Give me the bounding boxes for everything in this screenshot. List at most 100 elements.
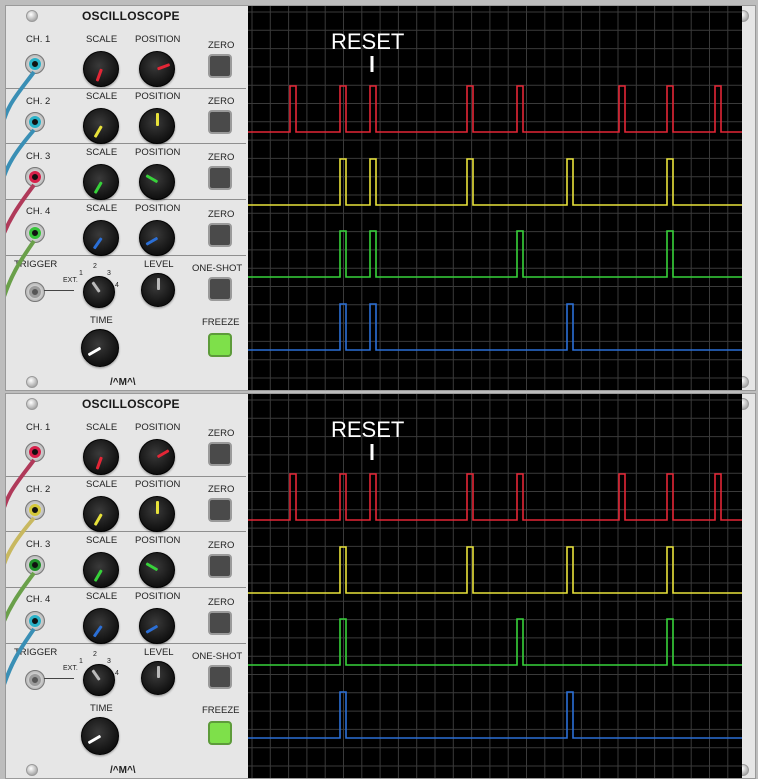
ch1-trace xyxy=(248,85,742,133)
trigger-label: TRIGGER xyxy=(14,647,58,658)
module-title: OSCILLOSCOPE xyxy=(82,9,180,23)
time-knob[interactable] xyxy=(81,717,119,755)
ch2-trace xyxy=(248,158,742,206)
ch2-zero-button[interactable] xyxy=(208,498,232,522)
module-title: OSCILLOSCOPE xyxy=(82,397,180,411)
ch2-input-jack[interactable] xyxy=(25,500,45,520)
ch2-position-label: POSITION xyxy=(135,91,181,102)
ch3-position-knob[interactable] xyxy=(139,552,175,588)
ch2-label: CH. 2 xyxy=(26,484,51,495)
ch3-scale-knob[interactable] xyxy=(83,552,119,588)
ch1-position-label: POSITION xyxy=(135,422,181,433)
ch4-position-label: POSITION xyxy=(135,591,181,602)
freeze-label: FREEZE xyxy=(202,317,240,328)
ch2-trace xyxy=(248,546,742,594)
ch4-scale-knob[interactable] xyxy=(83,608,119,644)
ch3-input-jack[interactable] xyxy=(25,167,45,187)
ch4-input-jack[interactable] xyxy=(25,611,45,631)
ch1-scale-label: SCALE xyxy=(86,34,118,45)
trigger-pos-1: 1 xyxy=(79,658,83,665)
oneshot-button[interactable] xyxy=(208,665,232,689)
level-knob[interactable] xyxy=(141,273,175,307)
ch4-label: CH. 4 xyxy=(26,594,51,605)
trigger-mode-knob[interactable] xyxy=(83,276,115,308)
ch1-position-knob[interactable] xyxy=(139,439,175,475)
ch2-scale-label: SCALE xyxy=(86,91,118,102)
time-label: TIME xyxy=(90,703,113,714)
ch1-position-knob[interactable] xyxy=(139,51,175,87)
ch1-scale-knob[interactable] xyxy=(83,51,119,87)
ch2-scale-knob[interactable] xyxy=(83,108,119,144)
ch1-input-jack[interactable] xyxy=(25,442,45,462)
divider xyxy=(6,255,246,256)
trigger-pos-1: 1 xyxy=(79,270,83,277)
freeze-button[interactable] xyxy=(208,721,232,745)
ch1-input-jack[interactable] xyxy=(25,54,45,74)
ch2-zero-label: ZERO xyxy=(208,96,235,107)
ch3-trace xyxy=(248,230,742,278)
level-knob[interactable] xyxy=(141,661,175,695)
oscilloscope-module-2: OSCILLOSCOPE CH. 1 SCALE POSITION ZERO C… xyxy=(5,393,756,779)
ch4-input-jack[interactable] xyxy=(25,223,45,243)
screw-icon xyxy=(26,764,38,776)
oscilloscope-module-1: OSCILLOSCOPE CH. 1 SCALE POSITION ZERO C… xyxy=(5,5,756,391)
ch1-scale-knob[interactable] xyxy=(83,439,119,475)
ch3-scale-label: SCALE xyxy=(86,147,118,158)
ch4-scale-label: SCALE xyxy=(86,203,118,214)
ch3-position-knob[interactable] xyxy=(139,164,175,200)
ch4-zero-button[interactable] xyxy=(208,611,232,635)
divider xyxy=(6,199,246,200)
ch4-trace xyxy=(248,303,742,351)
ch3-scale-knob[interactable] xyxy=(83,164,119,200)
ch3-position-label: POSITION xyxy=(135,147,181,158)
ch4-position-label: POSITION xyxy=(135,203,181,214)
freeze-button[interactable] xyxy=(208,333,232,357)
ch1-zero-label: ZERO xyxy=(208,40,235,51)
trigger-input-jack[interactable] xyxy=(25,282,45,302)
ch1-zero-button[interactable] xyxy=(208,54,232,78)
screw-icon xyxy=(26,376,38,388)
ch2-scale-knob[interactable] xyxy=(83,496,119,532)
ch2-input-jack[interactable] xyxy=(25,112,45,132)
ch4-position-knob[interactable] xyxy=(139,608,175,644)
ch3-zero-button[interactable] xyxy=(208,166,232,190)
ch4-trace xyxy=(248,691,742,739)
ch4-scale-knob[interactable] xyxy=(83,220,119,256)
ch3-position-label: POSITION xyxy=(135,535,181,546)
ext-label: EXT. xyxy=(63,277,78,284)
ch4-position-knob[interactable] xyxy=(139,220,175,256)
ch3-zero-label: ZERO xyxy=(208,540,235,551)
scope-display: RESET xyxy=(248,6,742,390)
ch2-zero-button[interactable] xyxy=(208,110,232,134)
divider xyxy=(6,143,246,144)
oneshot-button[interactable] xyxy=(208,277,232,301)
ch2-position-label: POSITION xyxy=(135,479,181,490)
divider xyxy=(6,531,246,532)
brand-logo: /^M^\ xyxy=(110,377,136,388)
divider xyxy=(6,476,246,477)
reset-label: RESET xyxy=(331,417,404,442)
ch3-zero-label: ZERO xyxy=(208,152,235,163)
ch3-input-jack[interactable] xyxy=(25,555,45,575)
ch4-zero-button[interactable] xyxy=(208,223,232,247)
ch2-scale-label: SCALE xyxy=(86,479,118,490)
freeze-label: FREEZE xyxy=(202,705,240,716)
time-knob[interactable] xyxy=(81,329,119,367)
ch3-label: CH. 3 xyxy=(26,151,51,162)
ch3-scale-label: SCALE xyxy=(86,535,118,546)
level-label: LEVEL xyxy=(144,259,174,270)
ch2-zero-label: ZERO xyxy=(208,484,235,495)
trigger-pos-3: 3 xyxy=(107,270,111,277)
ext-line xyxy=(44,678,74,679)
ch1-position-label: POSITION xyxy=(135,34,181,45)
ch1-zero-button[interactable] xyxy=(208,442,232,466)
ch2-position-knob[interactable] xyxy=(139,496,175,532)
ch3-zero-button[interactable] xyxy=(208,554,232,578)
scope-traces: RESET xyxy=(248,394,742,778)
trigger-label: TRIGGER xyxy=(14,259,58,270)
ext-label: EXT. xyxy=(63,665,78,672)
ch1-label: CH. 1 xyxy=(26,34,51,45)
trigger-input-jack[interactable] xyxy=(25,670,45,690)
ch2-position-knob[interactable] xyxy=(139,108,175,144)
trigger-mode-knob[interactable] xyxy=(83,664,115,696)
